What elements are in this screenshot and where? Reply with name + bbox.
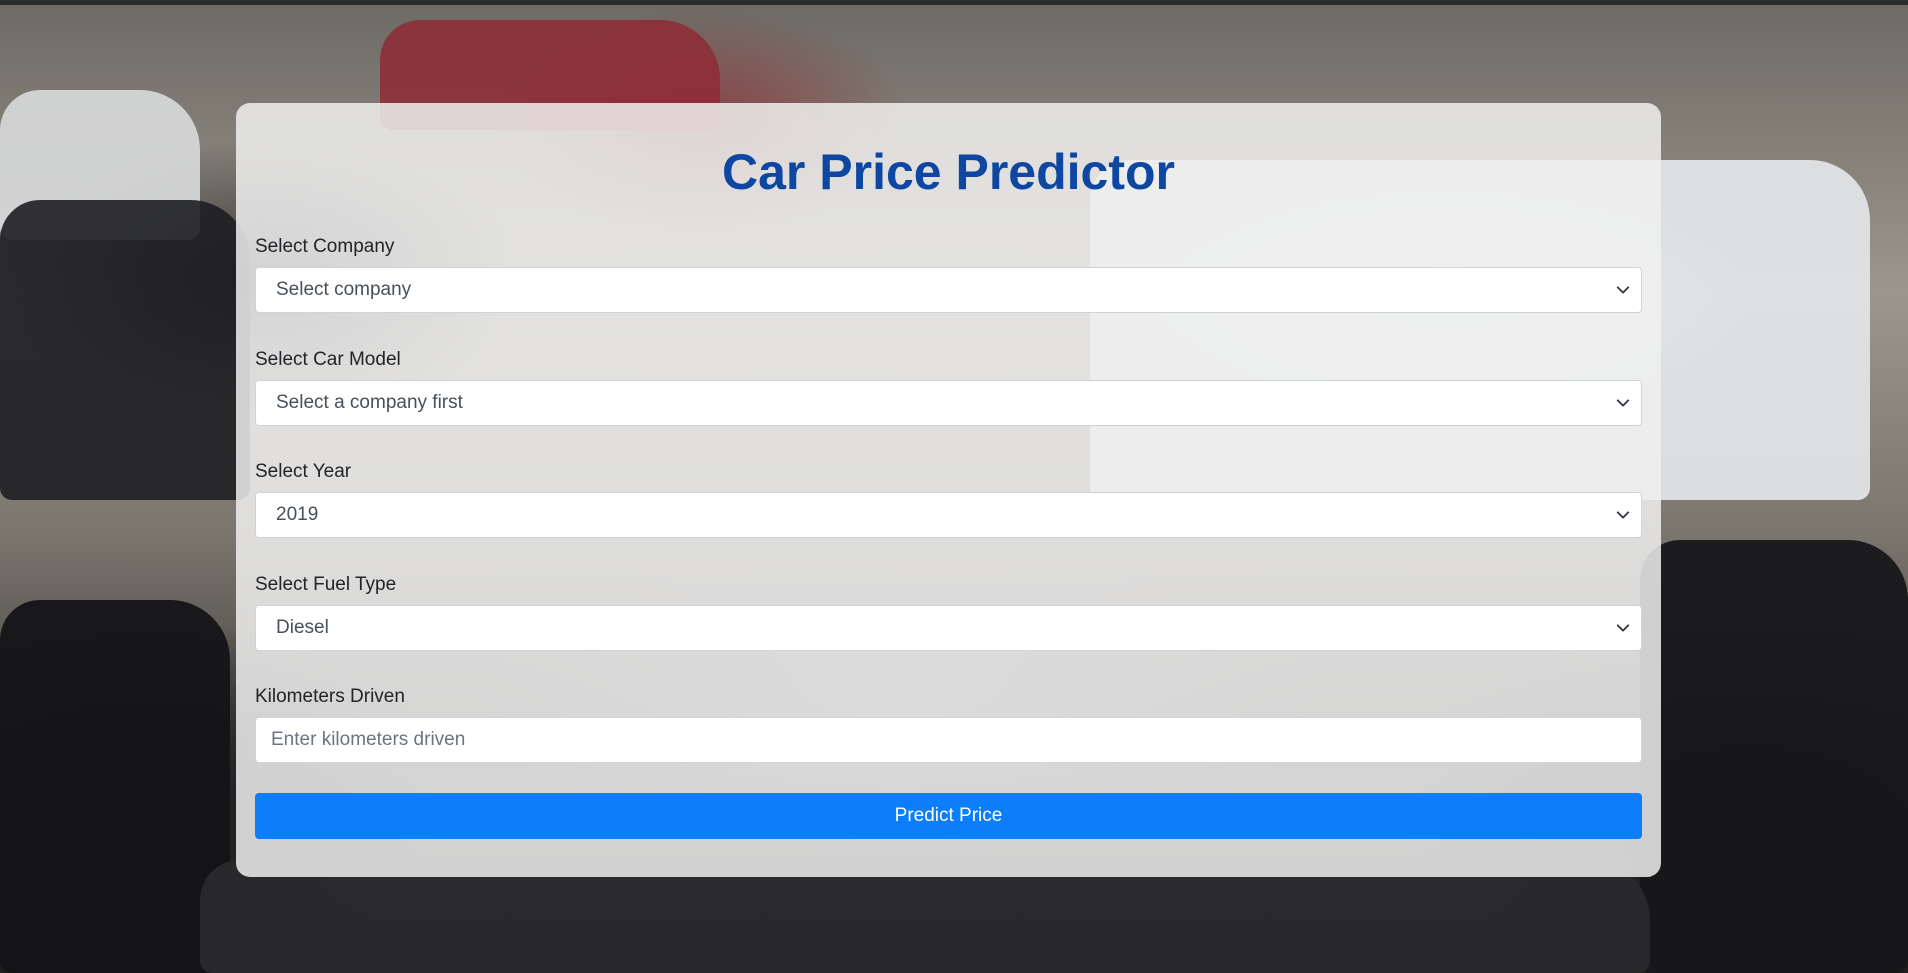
chevron-down-icon <box>1615 493 1631 537</box>
predict-price-button[interactable]: Predict Price <box>255 793 1642 839</box>
car-model-label: Select Car Model <box>255 349 401 370</box>
company-selected-value: Select company <box>276 279 412 300</box>
top-bar <box>0 0 1908 5</box>
car-model-select[interactable]: Select a company first <box>255 380 1642 426</box>
fuel-type-label: Select Fuel Type <box>255 574 397 595</box>
fuel-type-selected-value: Diesel <box>276 617 329 638</box>
background-car <box>0 200 250 500</box>
chevron-down-icon <box>1615 381 1631 425</box>
page-background: Car Price Predictor Select Company Selec… <box>0 0 1908 973</box>
company-label: Select Company <box>255 236 395 257</box>
year-field: Select Year 2019 <box>255 459 1642 538</box>
company-select[interactable]: Select company <box>255 267 1642 313</box>
chevron-down-icon <box>1615 606 1631 650</box>
page-title: Car Price Predictor <box>722 144 1175 200</box>
kilometers-input[interactable]: Enter kilometers driven <box>255 717 1642 763</box>
kilometers-field: Kilometers Driven Enter kilometers drive… <box>255 684 1642 763</box>
year-label: Select Year <box>255 461 352 482</box>
year-select[interactable]: 2019 <box>255 492 1642 538</box>
predictor-card: Car Price Predictor Select Company Selec… <box>236 103 1661 877</box>
background-car <box>0 600 230 973</box>
kilometers-placeholder: Enter kilometers driven <box>271 729 466 750</box>
year-selected-value: 2019 <box>276 504 319 525</box>
car-model-field: Select Car Model Select a company first <box>255 347 1642 426</box>
company-field: Select Company Select company <box>255 234 1642 313</box>
car-model-selected-value: Select a company first <box>276 392 463 413</box>
kilometers-label: Kilometers Driven <box>255 686 405 707</box>
fuel-type-select[interactable]: Diesel <box>255 605 1642 651</box>
fuel-type-field: Select Fuel Type Diesel <box>255 572 1642 651</box>
chevron-down-icon <box>1615 268 1631 312</box>
background-car <box>1640 540 1908 973</box>
